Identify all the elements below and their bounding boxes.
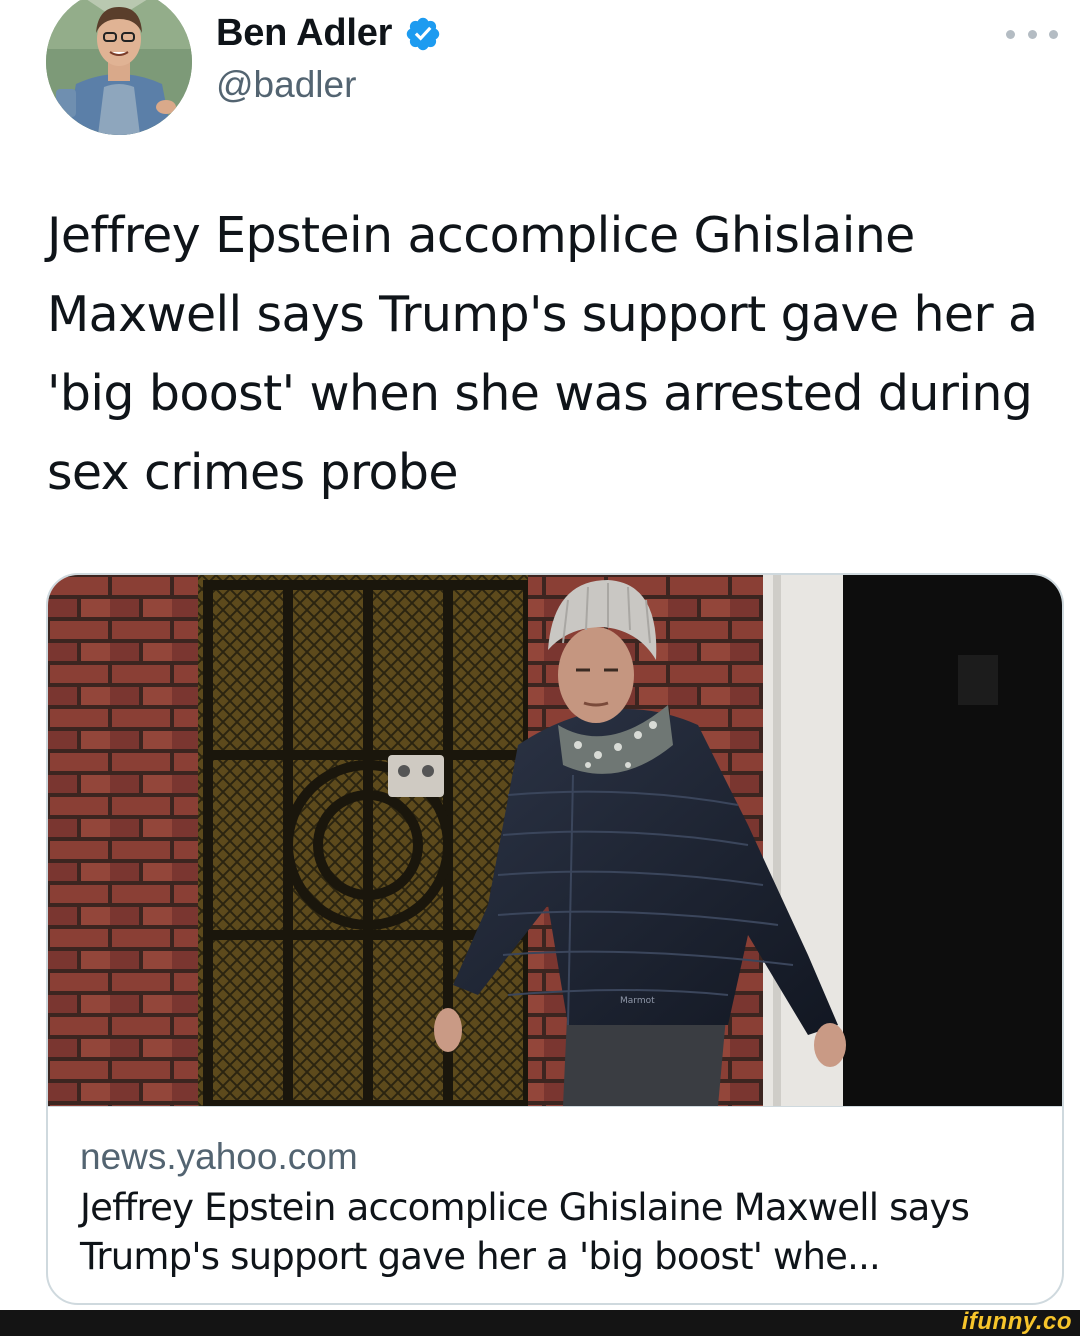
card-body[interactable]: news.yahoo.com Jeffrey Epstein accomplic… bbox=[48, 1107, 1062, 1281]
card-image[interactable]: Marmot bbox=[48, 575, 1062, 1106]
avatar[interactable] bbox=[46, 0, 192, 135]
handle[interactable]: @badler bbox=[216, 64, 356, 106]
tweet: Ben Adler @badler Jeffrey Epstein accomp… bbox=[0, 0, 1080, 1336]
display-name[interactable]: Ben Adler bbox=[216, 12, 392, 55]
jacket-brand-label: Marmot bbox=[620, 996, 655, 1006]
card-title: Jeffrey Epstein accomplice Ghislaine Max… bbox=[80, 1186, 970, 1278]
more-options-icon[interactable] bbox=[1006, 24, 1058, 44]
bottom-bar bbox=[0, 1310, 1080, 1336]
tweet-text: Jeffrey Epstein accomplice Ghislaine Max… bbox=[47, 207, 1038, 501]
watermark: ifunny.co bbox=[961, 1308, 1072, 1335]
avatar-photo bbox=[46, 0, 192, 135]
card-domain: news.yahoo.com bbox=[80, 1136, 358, 1177]
link-card[interactable]: Marmot news.yahoo.com Jeffrey Epstein ac… bbox=[46, 573, 1064, 1305]
verified-badge-icon bbox=[404, 15, 442, 53]
name-row: Ben Adler bbox=[216, 12, 442, 55]
